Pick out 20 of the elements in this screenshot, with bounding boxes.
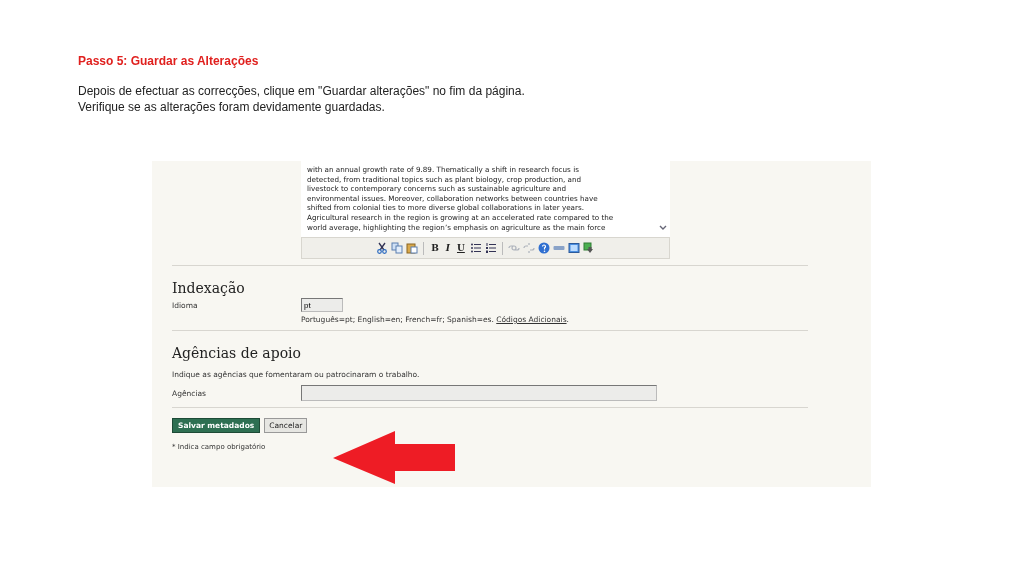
paste-icon[interactable]	[406, 242, 419, 254]
format-button[interactable]: U	[455, 243, 467, 253]
instruction-text: Depois de efectuar as correcções, clique em "Guardar alterações" no fim da página.	[78, 83, 525, 99]
help-icon[interactable]	[537, 242, 550, 254]
text-editor[interactable]	[301, 161, 670, 237]
scroll-down-icon[interactable]	[659, 225, 667, 231]
agencies-input[interactable]	[301, 385, 657, 401]
section-heading: Agências de apoio	[172, 345, 301, 361]
numbered-list-icon[interactable]	[484, 242, 497, 254]
language-input[interactable]: pt	[301, 298, 343, 312]
image-icon[interactable]	[567, 242, 580, 254]
instruction-text: Verifique se as alterações foram devidamente guardadas.	[78, 99, 385, 115]
bullet-list-icon[interactable]	[469, 242, 482, 254]
upload-icon[interactable]	[582, 242, 595, 254]
format-button[interactable]: B	[429, 243, 441, 253]
arrow-icon	[333, 431, 455, 484]
scissors-icon[interactable]	[376, 242, 389, 254]
slide-title: Passo 5: Guardar as Alterações	[78, 54, 259, 68]
section-heading: Indexação	[172, 280, 245, 296]
format-button[interactable]: I	[443, 243, 452, 253]
